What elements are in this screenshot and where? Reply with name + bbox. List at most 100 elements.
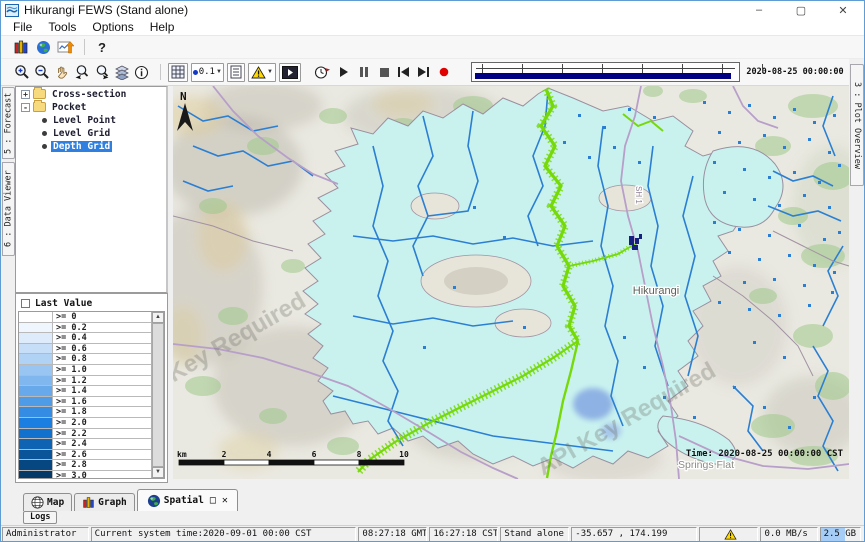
class-interval-dropdown[interactable]: 0.1 ▼ (191, 63, 224, 82)
bullet-icon (42, 144, 47, 149)
legend-icon (230, 65, 242, 79)
pause-button[interactable] (355, 62, 373, 82)
warning-icon (251, 66, 266, 79)
toolbar-separator (84, 39, 85, 55)
next-zoom-button[interactable] (93, 62, 111, 82)
close-button[interactable]: ✕ (822, 1, 864, 19)
legend-color-swatch (19, 418, 53, 428)
last-frame-button[interactable] (415, 62, 433, 82)
tab-forecast[interactable]: 5 : Forecast (2, 87, 15, 159)
skip-back-icon (398, 67, 409, 77)
tab-plot-overview[interactable]: 3 : Plot Overview (850, 64, 864, 186)
timeline-slider[interactable] (471, 62, 740, 82)
legend-entry-label: >= 0 (53, 312, 76, 322)
zoom-in-icon (14, 64, 30, 80)
first-frame-button[interactable] (395, 62, 413, 82)
interval-value: 0.1 (199, 67, 215, 77)
legend-toggle-button[interactable] (227, 63, 245, 82)
record-button[interactable] (435, 62, 453, 82)
app-logo-icon (5, 4, 19, 17)
timeline-tick (722, 64, 723, 73)
legend-color-swatch (19, 312, 53, 322)
maximize-button[interactable]: ▢ (780, 1, 822, 19)
svg-text:4: 4 (267, 450, 272, 459)
zoom-out-button[interactable] (33, 62, 51, 82)
tab-maximize-icon[interactable]: □ (210, 495, 216, 506)
info-button[interactable] (133, 62, 151, 82)
legend-entry-label: >= 3.0 (53, 471, 87, 479)
play-button[interactable] (335, 62, 353, 82)
minimize-button[interactable]: – (738, 1, 780, 19)
logs-button[interactable]: Logs (23, 511, 57, 524)
legend-scrollbar[interactable]: ▲ ▼ (151, 312, 164, 478)
legend-entry: >= 2.4 (19, 439, 151, 450)
tree-item-cross-section[interactable]: + Cross-section (16, 88, 166, 100)
locality-label: Springs Flat (678, 459, 734, 471)
legend-entry: >= 2.8 (19, 460, 151, 471)
tab-data-viewer[interactable]: 6 : Data Viewer (2, 162, 15, 256)
expander-plus-icon[interactable]: + (21, 90, 30, 99)
zoom-in-button[interactable] (13, 62, 31, 82)
scroll-down-icon[interactable]: ▼ (152, 467, 164, 478)
pause-icon (359, 67, 369, 77)
menu-options[interactable]: Options (84, 20, 141, 34)
legend-entry-label: >= 0.8 (53, 354, 87, 364)
map-canvas[interactable]: API Key Required API Key Required N km24… (173, 86, 849, 479)
legend-entry: >= 1.4 (19, 386, 151, 397)
tree-item-level-point[interactable]: Level Point (16, 114, 166, 126)
menu-tools[interactable]: Tools (40, 20, 84, 34)
legend-entry-label: >= 1.8 (53, 407, 87, 417)
zoom-next-icon (94, 64, 110, 80)
help-icon: ? (98, 40, 106, 55)
legend-color-swatch (19, 365, 53, 375)
tab-map[interactable]: Map (23, 493, 72, 511)
tree-item-pocket[interactable]: - Pocket (16, 101, 166, 113)
legend-entry-label: >= 1.4 (53, 386, 87, 396)
menu-file[interactable]: File (5, 20, 40, 34)
help-button[interactable]: ? (92, 37, 112, 57)
toolbar-separator (160, 64, 161, 80)
legend-color-swatch (19, 344, 53, 354)
map-display-button[interactable] (33, 37, 53, 57)
scroll-up-icon[interactable]: ▲ (152, 312, 164, 323)
bullet-icon (42, 131, 47, 136)
layers-button[interactable] (113, 62, 131, 82)
play-icon (339, 67, 349, 77)
data-display-button[interactable] (11, 37, 31, 57)
window-title: Hikurangi FEWS (Stand alone) (24, 3, 188, 17)
legend-color-swatch (19, 407, 53, 417)
spatial-display-icon (57, 39, 74, 55)
zoom-out-icon (34, 64, 50, 80)
previous-zoom-button[interactable] (73, 62, 91, 82)
grid-icon (171, 65, 185, 79)
animation-window-button[interactable] (279, 63, 301, 82)
grid-display-button[interactable] (168, 63, 188, 82)
legend-entry-label: >= 1.0 (53, 365, 87, 375)
warnings-dropdown[interactable]: ▼ (248, 63, 275, 82)
tab-spatial[interactable]: Spatial □ ✕ (137, 489, 238, 511)
tree-item-depth-grid[interactable]: Depth Grid (16, 140, 166, 152)
logs-row: Logs (1, 511, 864, 525)
legend-entry: >= 0 (19, 312, 151, 323)
pan-button[interactable] (53, 62, 71, 82)
legend-entry: >= 0.6 (19, 344, 151, 355)
tab-close-icon[interactable]: ✕ (222, 495, 228, 506)
status-cell-2: 08:27:18 GMT (358, 527, 427, 542)
chevron-down-icon: ▼ (216, 69, 222, 75)
time-settings-button[interactable] (312, 62, 334, 82)
spatial-display-button[interactable] (55, 37, 75, 57)
timeline-progress-bar (475, 73, 731, 79)
menu-help[interactable]: Help (142, 20, 183, 34)
chevron-down-icon: ▼ (267, 69, 273, 75)
stop-button[interactable] (375, 62, 393, 82)
expander-minus-icon[interactable]: - (21, 103, 30, 112)
legend-color-swatch (19, 397, 53, 407)
last-value-label: Last Value (35, 298, 92, 309)
scroll-thumb[interactable] (152, 323, 164, 467)
town-label: Hikurangi (633, 285, 679, 297)
status-cell-0: Administrator (2, 527, 89, 542)
last-value-checkbox[interactable] (21, 299, 30, 308)
tree-item-level-grid[interactable]: Level Grid (16, 127, 166, 139)
tab-graph[interactable]: Graph (74, 493, 135, 511)
legend-entry-label: >= 0.2 (53, 323, 87, 333)
